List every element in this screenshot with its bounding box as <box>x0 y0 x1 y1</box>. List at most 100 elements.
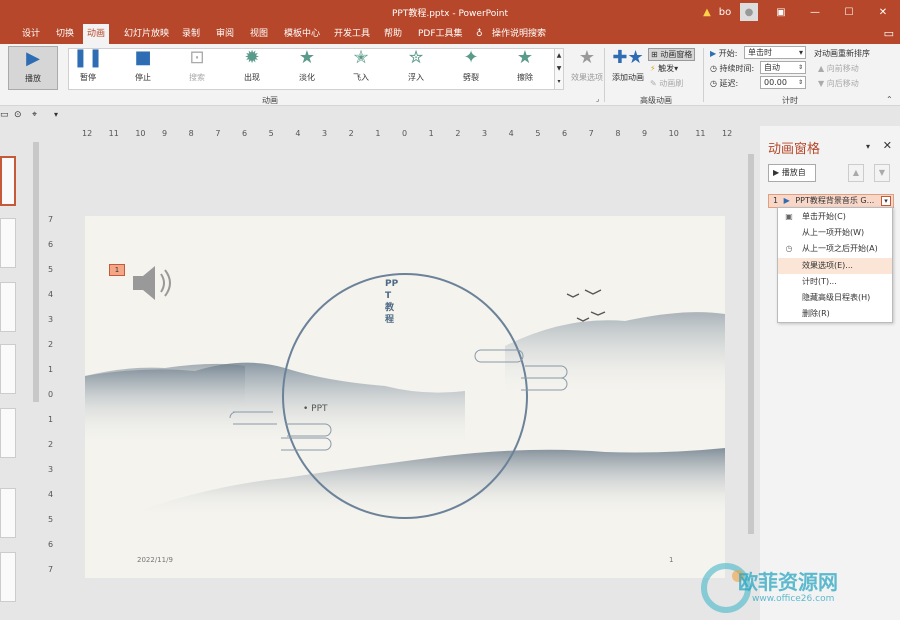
view-toggle-icon[interactable]: ⊙ <box>14 110 22 120</box>
duration-input[interactable]: 自动 ⇕ <box>760 61 806 74</box>
group-label-timing: 计时 <box>782 96 798 105</box>
comment-icon[interactable]: ▭ <box>884 27 894 40</box>
tab-record[interactable]: 录制 <box>178 24 204 44</box>
effect-stop[interactable]: ■ 停止 <box>118 46 168 90</box>
move-down-icon: ▼ <box>874 164 890 182</box>
tab-slideshow[interactable]: 幻灯片放映 <box>120 24 173 44</box>
avatar[interactable]: ● <box>740 3 758 21</box>
slide-thumbnail[interactable] <box>0 218 16 268</box>
duration-label: ◷ 持续时间: <box>710 64 755 73</box>
slide-scrollbar[interactable] <box>746 140 756 612</box>
slide-canvas[interactable]: 1 PPT教程 • PPT 2022/11/9 1 <box>85 216 725 578</box>
separator <box>604 48 605 102</box>
effect-split[interactable]: ✦ 劈裂 <box>446 46 496 90</box>
menu-remove[interactable]: 删除(R) <box>778 306 892 322</box>
slide-date[interactable]: 2022/11/9 <box>137 556 173 564</box>
slide-subtitle[interactable]: • PPT <box>303 404 328 414</box>
tab-transitions[interactable]: 切换 <box>52 24 78 44</box>
tab-developer[interactable]: 开发工具 <box>330 24 374 44</box>
effect-appear[interactable]: ✹ 出现 <box>227 46 277 90</box>
tell-me-search[interactable]: 操作说明搜索 <box>488 24 550 44</box>
add-animation-button[interactable]: ✚★ 添加动画 <box>606 46 650 90</box>
ruler-tick-label: 1 <box>428 129 434 138</box>
effect-pause[interactable]: ❚❚ 暂停 <box>63 46 113 90</box>
animation-painter-button: ✎ 动画刷 <box>650 79 684 88</box>
play-trigger-icon: ▶ <box>783 196 790 205</box>
menu-effect-options[interactable]: 效果选项(E)... <box>778 258 892 274</box>
tab-review[interactable]: 审阅 <box>212 24 238 44</box>
brush-icon: ✎ <box>650 79 657 88</box>
slide-thumbnail[interactable] <box>0 408 16 458</box>
delay-input[interactable]: 00.00 ⇕ <box>760 76 806 89</box>
effect-fly-in[interactable]: ✭ 飞入 <box>336 46 386 90</box>
menu-hide-timeline[interactable]: 隐藏高级日程表(H) <box>778 290 892 306</box>
menu-timing[interactable]: 计时(T)... <box>778 274 892 290</box>
pause-icon: ❚❚ <box>72 47 104 68</box>
tab-animations[interactable]: 动画 <box>83 24 110 44</box>
menu-start-on-click[interactable]: ▣ 单击开始(C) <box>778 209 892 225</box>
menu-start-after-previous[interactable]: ◷ 从上一项之后开始(A) <box>778 241 892 257</box>
tab-pdf-tools[interactable]: PDF工具集 <box>414 24 467 44</box>
ruler-tick-label: 10 <box>135 129 146 138</box>
menu-start-with-previous[interactable]: 从上一项开始(W) <box>778 225 892 241</box>
play-from-button[interactable]: ▶ 播放自 <box>768 164 816 182</box>
ruler-tick-label: 4 <box>48 490 54 499</box>
start-select[interactable]: 单击时 ▾ <box>744 46 806 59</box>
ruler-tick-label: 8 <box>188 129 194 138</box>
effect-fade[interactable]: ★ 淡化 <box>282 46 332 90</box>
title-bar: PPT教程.pptx - PowerPoint ▲ bo ● ▣ — ☐ ✕ <box>0 0 900 24</box>
ruler-tick-label: 5 <box>268 129 274 138</box>
close-icon[interactable]: ✕ <box>866 0 900 24</box>
preview-button[interactable]: ▶ 播放 <box>8 46 58 90</box>
slide-thumbnail[interactable] <box>0 344 16 394</box>
animation-pane-icon: ⊞ <box>651 50 658 59</box>
tab-templates[interactable]: 模板中心 <box>280 24 324 44</box>
thumbnail-scrollbar[interactable] <box>32 130 40 620</box>
minimize-icon[interactable]: — <box>798 0 832 24</box>
slide-thumbnail[interactable] <box>0 552 16 602</box>
ruler-tick-label: 2 <box>455 129 461 138</box>
fly-in-star-icon: ✭ <box>353 47 369 68</box>
play-icon: ▶ <box>26 48 40 69</box>
slide-thumbnail[interactable] <box>0 156 16 206</box>
slide-page-number[interactable]: 1 <box>669 556 673 564</box>
lightbulb-icon[interactable]: ♁ <box>472 24 487 44</box>
ruler-tick-label: 3 <box>48 315 54 324</box>
trigger-button[interactable]: ⚡ 触发▾ <box>650 63 678 74</box>
ruler-tick-label: 5 <box>535 129 541 138</box>
fade-star-icon: ★ <box>298 47 316 68</box>
user-name[interactable]: bo <box>716 7 734 18</box>
speaker-icon[interactable] <box>133 266 171 300</box>
ruler-tick-label: 2 <box>48 340 54 349</box>
ruler-tick-label: 8 <box>615 129 621 138</box>
animation-list-item[interactable]: 1 ▶ PPT教程背景音乐 G... ▾ <box>768 194 894 208</box>
collapse-ribbon-icon[interactable]: ⌃ <box>886 95 893 104</box>
pin-icon[interactable]: ⌖ <box>32 110 37 120</box>
tab-design[interactable]: 设计 <box>18 24 44 44</box>
tab-help[interactable]: 帮助 <box>380 24 406 44</box>
split-star-icon: ✦ <box>463 47 479 68</box>
vertical-ruler: 7 6 5 4 3 2 1 0 1 2 3 4 5 6 7 <box>48 215 58 575</box>
slide-thumbnail[interactable] <box>0 282 16 332</box>
warning-icon[interactable]: ▲ <box>698 7 716 18</box>
pane-options-icon[interactable]: ▾ <box>866 142 870 151</box>
pane-close-icon[interactable]: ✕ <box>883 139 892 152</box>
stop-icon: ■ <box>134 47 152 68</box>
ribbon-display-icon[interactable]: ▣ <box>764 0 798 24</box>
tab-view[interactable]: 视图 <box>246 24 272 44</box>
start-label: ▶ 开始: <box>710 49 738 58</box>
slide-layout-icon[interactable]: ▭ <box>0 110 9 120</box>
clock-icon: ◷ <box>785 244 793 253</box>
ruler-tick-label: 1 <box>48 365 54 374</box>
toolbar-dropdown-icon[interactable]: ▾ <box>54 110 58 119</box>
slide-vertical-title[interactable]: PPT教程 <box>385 278 399 326</box>
animation-tag[interactable]: 1 <box>109 264 125 276</box>
effect-wipe[interactable]: ★ 擦除 <box>500 46 550 90</box>
effect-float-in[interactable]: ✮ 浮入 <box>391 46 441 90</box>
animation-pane-button[interactable]: ⊞ 动画窗格 <box>648 48 696 61</box>
dialog-launcher-icon[interactable]: ⌟ <box>596 95 599 103</box>
ruler-tick-label: 7 <box>48 565 54 574</box>
item-dropdown-icon[interactable]: ▾ <box>881 196 891 206</box>
maximize-icon[interactable]: ☐ <box>832 0 866 24</box>
slide-thumbnail[interactable] <box>0 488 16 538</box>
